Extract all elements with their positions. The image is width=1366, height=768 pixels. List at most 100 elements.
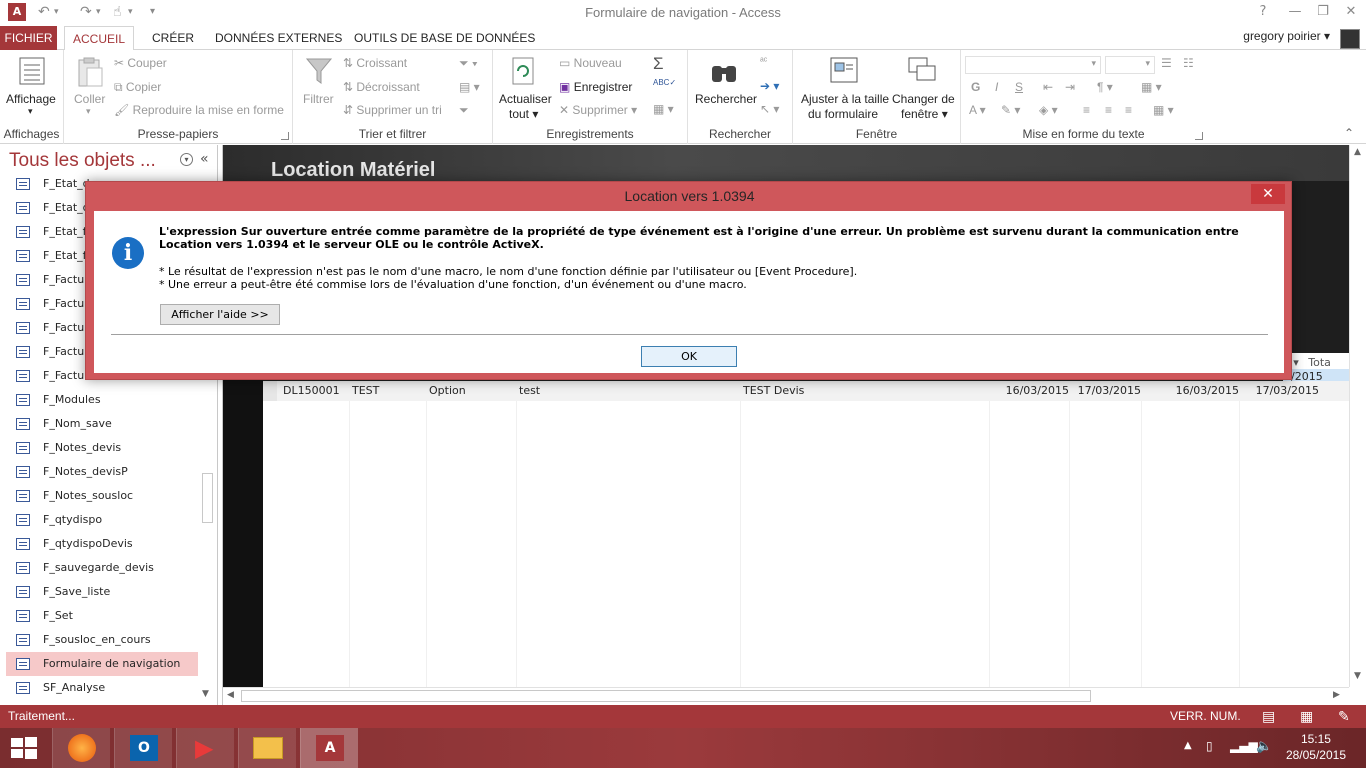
collapse-nav-icon[interactable]: «: [200, 151, 209, 167]
more-icon[interactable]: ▦ ▾: [653, 102, 674, 116]
nav-form-item[interactable]: F_sousloc_en_cours: [6, 628, 198, 652]
coller-button[interactable]: Coller: [74, 92, 105, 106]
replace-icon[interactable]: ᵃᶜ: [760, 56, 767, 67]
fill-color-icon[interactable]: ◈ ▾: [1039, 103, 1058, 117]
actualiser-button[interactable]: Actualiser: [499, 92, 552, 106]
media-player-icon[interactable]: ▶: [176, 728, 234, 768]
nav-form-item[interactable]: F_Notes_devisP: [6, 460, 198, 484]
minimize-button[interactable]: —: [1280, 0, 1310, 24]
cell-date-1[interactable]: 16/03/2015: [991, 381, 1069, 401]
signal-icon[interactable]: ▂▄▆: [1230, 739, 1258, 753]
nav-form-item[interactable]: F_Save_liste: [6, 580, 198, 604]
cell-ref[interactable]: DL150001: [283, 381, 349, 401]
show-hidden-icons[interactable]: ▲: [1184, 740, 1192, 751]
align-right-icon[interactable]: ≡: [1125, 103, 1132, 117]
nouveau-button[interactable]: ▭ Nouveau: [559, 56, 622, 70]
nav-form-item[interactable]: F_Nom_save: [6, 412, 198, 436]
nav-scroll-thumb[interactable]: [202, 473, 213, 523]
dialog-launcher-icon[interactable]: [1195, 132, 1203, 140]
font-color-button[interactable]: A ▾: [969, 103, 986, 117]
form-horizontal-scrollbar[interactable]: ◀ ▶: [223, 687, 1349, 705]
copier-button[interactable]: ⧉ Copier: [114, 80, 161, 95]
layout-view-icon[interactable]: ▦: [1300, 705, 1313, 728]
scroll-left-icon[interactable]: ◀: [227, 690, 234, 700]
cell-statut[interactable]: Option: [429, 381, 517, 401]
nav-form-item[interactable]: F_Set: [6, 604, 198, 628]
dialog-launcher-icon[interactable]: [281, 132, 289, 140]
font-size-select[interactable]: ▾: [1105, 56, 1155, 74]
show-help-button[interactable]: Afficher l'aide >>: [160, 304, 280, 325]
affichage-button[interactable]: Affichage: [6, 92, 56, 106]
ajuster-taille-label[interactable]: du formulaire: [808, 107, 878, 121]
table-row[interactable]: DL150001 TEST Option test TEST Devis 16/…: [263, 381, 1349, 401]
scroll-down-icon[interactable]: ▼: [1354, 671, 1361, 681]
indent-increase-icon[interactable]: ⇥: [1065, 80, 1075, 94]
form-vertical-scrollbar[interactable]: ▲ ▼: [1349, 145, 1366, 687]
scroll-right-icon[interactable]: ▶: [1333, 690, 1340, 700]
restore-button[interactable]: ❐: [1308, 0, 1338, 24]
nav-form-item[interactable]: F_sauvegarde_devis: [6, 556, 198, 580]
underline-button[interactable]: S: [1015, 80, 1023, 94]
access-taskbar-icon[interactable]: A: [300, 728, 358, 768]
cell-date-3[interactable]: 16/03/2015: [1143, 381, 1239, 401]
outlook-icon[interactable]: O: [114, 728, 172, 768]
ajuster-taille-button[interactable]: Ajuster à la taille: [801, 92, 889, 106]
numbering-icon[interactable]: ☷: [1183, 56, 1194, 70]
supprimer-tri-button[interactable]: ⇵ Supprimer un tri: [343, 103, 442, 117]
file-explorer-icon[interactable]: [238, 728, 296, 768]
changer-fenetre-label[interactable]: fenêtre ▾: [901, 107, 948, 121]
nav-form-item[interactable]: F_qtydispoDevis: [6, 532, 198, 556]
volume-icon[interactable]: 🔈: [1256, 739, 1272, 754]
cell-date-4[interactable]: 17/03/2015: [1241, 381, 1319, 401]
nav-form-item[interactable]: F_Modules: [6, 388, 198, 412]
nav-form-item[interactable]: F_Notes_devis: [6, 436, 198, 460]
tab-donnees-externes[interactable]: DONNÉES EXTERNES: [215, 26, 342, 50]
totals-icon[interactable]: Σ: [653, 54, 664, 74]
collapse-ribbon-icon[interactable]: ⌃: [1344, 126, 1354, 140]
scroll-down-icon[interactable]: ▼: [202, 689, 209, 699]
cell-client[interactable]: TEST: [352, 381, 426, 401]
hscroll-thumb[interactable]: [241, 690, 1091, 702]
paragraph-direction-icon[interactable]: ¶ ▾: [1097, 80, 1113, 94]
gridlines-icon[interactable]: ▦ ▾: [1141, 80, 1162, 94]
advanced-filter-icon[interactable]: ▤ ▾: [459, 80, 480, 94]
bold-button[interactable]: G: [971, 80, 980, 94]
system-clock[interactable]: 15:15 28/05/2015: [1286, 731, 1346, 763]
cell-nom[interactable]: test: [519, 381, 739, 401]
enregistrer-button[interactable]: ▣ Enregistrer: [559, 80, 632, 94]
help-button[interactable]: ?: [1248, 0, 1278, 24]
font-name-select[interactable]: ▾: [965, 56, 1101, 74]
alternate-row-color-icon[interactable]: ▦ ▾: [1153, 103, 1174, 117]
align-center-icon[interactable]: ≡: [1105, 103, 1112, 117]
nav-menu-dropdown-icon[interactable]: ▾: [180, 153, 193, 166]
reproduire-mise-en-forme-button[interactable]: 🖌 Reproduire la mise en forme: [114, 103, 284, 117]
toggle-filter-icon[interactable]: ⏷: [459, 103, 469, 118]
filtrer-button[interactable]: Filtrer: [303, 92, 334, 106]
tablet-icon[interactable]: ▯: [1206, 739, 1213, 753]
bullets-icon[interactable]: ☰: [1161, 56, 1172, 70]
affichage-dropdown-icon[interactable]: ▾: [28, 106, 33, 117]
cell-date-2[interactable]: 17/03/2015: [1071, 381, 1141, 401]
nav-pane-title[interactable]: Tous les objets ...: [9, 150, 156, 172]
tab-creer[interactable]: CRÉER: [152, 26, 194, 50]
nav-form-item[interactable]: F_Notes_sousloc: [6, 484, 198, 508]
record-selector[interactable]: [263, 381, 277, 401]
select-icon[interactable]: ↖ ▾: [760, 102, 779, 116]
nav-form-item[interactable]: SF_Analyse: [6, 676, 198, 700]
close-window-button[interactable]: ✕: [1336, 0, 1366, 24]
tab-fichier[interactable]: FICHIER: [0, 26, 57, 50]
ok-button[interactable]: OK: [641, 346, 737, 367]
user-name[interactable]: gregory poirier ▾: [1243, 29, 1330, 43]
supprimer-button[interactable]: ✕ Supprimer ▾: [559, 103, 637, 117]
spelling-icon[interactable]: ABC✓: [653, 78, 676, 87]
design-view-icon[interactable]: ✎: [1338, 705, 1350, 728]
highlight-icon[interactable]: ✎ ▾: [1001, 103, 1020, 117]
windows-start-icon[interactable]: [10, 736, 38, 760]
coller-dropdown-icon[interactable]: ▾: [86, 106, 91, 117]
tab-accueil[interactable]: ACCUEIL: [64, 26, 134, 51]
align-left-icon[interactable]: ≡: [1083, 103, 1090, 117]
scroll-up-icon[interactable]: ▲: [1354, 147, 1361, 157]
italic-button[interactable]: I: [995, 80, 998, 94]
nav-form-item[interactable]: F_qtydispo: [6, 508, 198, 532]
goto-icon[interactable]: ➔ ▾: [760, 79, 779, 93]
